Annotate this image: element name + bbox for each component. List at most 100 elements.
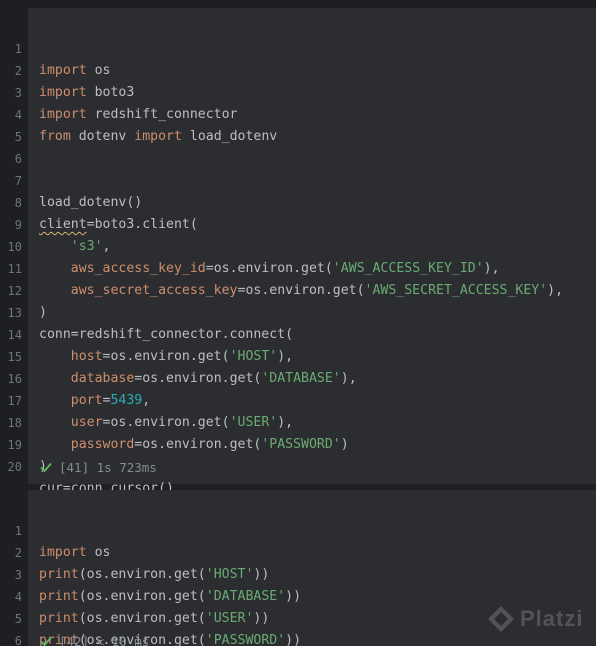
code-text: ), bbox=[277, 349, 294, 364]
code-line[interactable]: 5 print(os.environ.get('PASSWORD')) bbox=[0, 586, 301, 646]
code-line[interactable]: 3 print(os.environ.get('DATABASE')) bbox=[0, 542, 301, 604]
keyword: import bbox=[134, 129, 182, 144]
keyword: import bbox=[39, 107, 87, 122]
code-line[interactable]: 13 conn=redshift_connector.connect( bbox=[0, 280, 294, 342]
code-line[interactable]: 18 password=os.environ.get('PASSWORD') bbox=[0, 390, 349, 452]
code-line[interactable]: 8 client=boto3.client( bbox=[0, 170, 198, 232]
parameter-name: port bbox=[70, 393, 103, 408]
code-text: ) bbox=[340, 437, 349, 452]
code-text: ), bbox=[277, 415, 294, 430]
code-line[interactable]: 16 port=5439, bbox=[0, 346, 151, 408]
code-text: (os.environ.get( bbox=[78, 611, 206, 626]
builtin-function: print bbox=[39, 611, 79, 626]
execution-time: [41] 1s 723ms bbox=[59, 460, 157, 475]
parameter-name: user bbox=[70, 415, 103, 430]
code-text: ), bbox=[340, 371, 357, 386]
code-text: =os.environ.get( bbox=[134, 371, 262, 386]
code-text: =os.environ.get( bbox=[102, 415, 230, 430]
code-text: )) bbox=[253, 567, 270, 582]
code-text: )) bbox=[285, 589, 302, 604]
platzi-watermark: Platzi bbox=[486, 600, 596, 640]
code-text: conn=redshift_connector.connect( bbox=[39, 327, 294, 342]
parameter-name: password bbox=[70, 437, 135, 452]
builtin-function: print bbox=[39, 589, 79, 604]
code-line[interactable]: 4 print(os.environ.get('USER')) bbox=[0, 564, 270, 626]
execution-status: [42] < 10 ms bbox=[39, 632, 149, 646]
checkmark-icon bbox=[40, 636, 52, 646]
line-number: 6 bbox=[14, 634, 22, 646]
code-line[interactable]: 9 's3', bbox=[0, 192, 111, 254]
string-literal: 'HOST' bbox=[229, 349, 278, 364]
checkmark-icon bbox=[40, 462, 52, 473]
code-line[interactable]: 2 import boto3 bbox=[0, 38, 135, 100]
module-name: os bbox=[86, 63, 111, 78]
execution-status: [41] 1s 723ms bbox=[39, 458, 157, 478]
code-text: )) bbox=[253, 611, 270, 626]
code-text: ) bbox=[39, 305, 47, 320]
code-line[interactable]: 7 load_dotenv() bbox=[0, 148, 142, 210]
code-line[interactable]: 1 import os bbox=[0, 16, 111, 78]
code-line[interactable]: 3 import redshift_connector bbox=[0, 60, 238, 122]
code-line[interactable]: 11 aws_secret_access_key=os.environ.get(… bbox=[0, 236, 564, 298]
string-literal: 's3' bbox=[70, 239, 103, 254]
variable-with-warning[interactable]: client bbox=[39, 217, 87, 232]
code-line[interactable]: 6 bbox=[0, 126, 32, 166]
parameter-name: database bbox=[70, 371, 135, 386]
function-call: load_dotenv() bbox=[39, 195, 143, 210]
code-line[interactable]: 4 from dotenv import load_dotenv bbox=[0, 82, 277, 144]
keyword: import bbox=[39, 545, 87, 560]
platzi-logo-icon bbox=[488, 606, 514, 632]
module-name: redshift_connector bbox=[86, 107, 238, 122]
watermark-text: Platzi bbox=[520, 606, 584, 631]
line-number: 20 bbox=[7, 460, 22, 474]
module-name: dotenv bbox=[70, 129, 135, 144]
keyword: import bbox=[39, 85, 87, 100]
code-line[interactable]: 10 aws_access_key_id=os.environ.get('AWS… bbox=[0, 214, 500, 276]
code-text: (os.environ.get( bbox=[78, 589, 206, 604]
module-name: os bbox=[86, 545, 111, 560]
code-line[interactable]: 5 bbox=[0, 104, 32, 144]
notebook-cell-1[interactable]: 1 import os 2 import boto3 3 import reds… bbox=[0, 8, 596, 496]
code-text: =os.environ.get( bbox=[102, 349, 230, 364]
code-line[interactable]: 1 import os bbox=[0, 498, 111, 560]
code-text: =os.environ.get( bbox=[237, 283, 365, 298]
code-text: , bbox=[102, 239, 111, 254]
code-text: , bbox=[142, 393, 151, 408]
code-line[interactable]: 14 host=os.environ.get('HOST'), bbox=[0, 302, 294, 364]
keyword: from bbox=[39, 129, 71, 144]
code-text: ), bbox=[483, 261, 500, 276]
string-literal: 'USER' bbox=[205, 611, 254, 626]
keyword: import bbox=[39, 63, 87, 78]
string-literal: 'AWS_SECRET_ACCESS_KEY' bbox=[364, 283, 548, 298]
code-text: ), bbox=[547, 283, 564, 298]
string-literal: 'DATABASE' bbox=[261, 371, 341, 386]
code-line[interactable]: 17 user=os.environ.get('USER'), bbox=[0, 368, 294, 430]
parameter-name: aws_access_key_id bbox=[70, 261, 206, 276]
builtin-function: print bbox=[39, 567, 79, 582]
module-name: boto3 bbox=[86, 85, 135, 100]
string-literal: 'USER' bbox=[229, 415, 278, 430]
code-line[interactable]: 15 database=os.environ.get('DATABASE'), bbox=[0, 324, 357, 386]
code-text: )) bbox=[285, 633, 302, 646]
code-line[interactable]: 6 bbox=[0, 608, 32, 646]
parameter-name: aws_secret_access_key bbox=[70, 283, 238, 298]
string-literal: 'HOST' bbox=[205, 567, 254, 582]
code-line[interactable]: 20 cur=conn.cursor() bbox=[0, 434, 174, 496]
code-text: =boto3.client( bbox=[86, 217, 198, 232]
code-line[interactable]: 2 print(os.environ.get('HOST')) bbox=[0, 520, 270, 582]
code-text: =os.environ.get( bbox=[134, 437, 262, 452]
code-line[interactable]: 12 ) bbox=[0, 258, 47, 320]
string-literal: 'DATABASE' bbox=[205, 589, 286, 604]
string-literal: 'PASSWORD' bbox=[261, 437, 341, 452]
code-line[interactable]: 19 ) bbox=[0, 412, 47, 474]
string-literal: 'AWS_ACCESS_KEY_ID' bbox=[332, 261, 484, 276]
string-literal: 'PASSWORD' bbox=[205, 633, 286, 646]
